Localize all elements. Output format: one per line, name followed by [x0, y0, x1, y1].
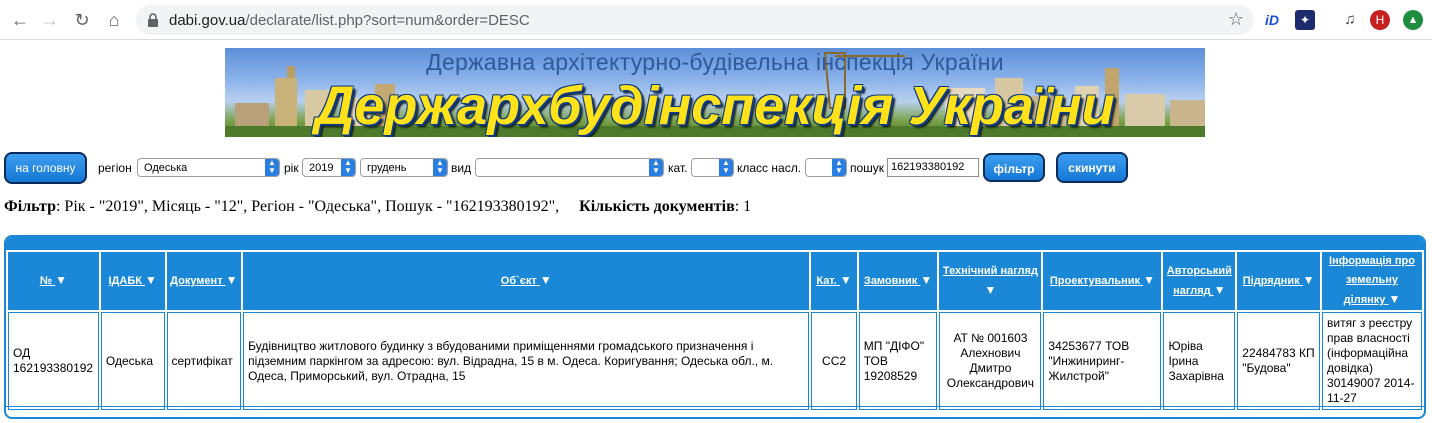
col-header-document[interactable]: Документ ▼ [166, 252, 242, 310]
sort-down-icon: ▼ [920, 273, 933, 287]
chevron-updown-icon: ▲ ▼ [341, 159, 355, 176]
cell-contractor: 22484783 КП "Будова" [1237, 312, 1321, 410]
category-label: кат. [668, 161, 688, 175]
address-bar[interactable]: dabi.gov.ua/declarate/list.php?sort=num&… [136, 5, 1254, 35]
cell-object: Будівництво житлового будинку з вбудован… [243, 312, 810, 410]
document-count-label: Кількість документів [579, 198, 735, 215]
type-select[interactable]: ▲ ▼ [475, 158, 664, 177]
cell-designer: 34253677 ТОВ "Инжиниринг-Жилстрой" [1043, 312, 1162, 410]
table-header-row: № ▼ ІДАБК ▼ Документ ▼ Об`єкт ▼ Кат. ▼ З… [8, 252, 1422, 310]
banner-title: Держархбудінспекція України [315, 76, 1115, 136]
year-label: рік [284, 161, 299, 175]
filter-summary-text: : Рік - "2019", Місяць - "12", Регіон - … [55, 198, 560, 215]
results-table-container: № ▼ ІДАБК ▼ Документ ▼ Об`єкт ▼ Кат. ▼ З… [4, 235, 1426, 419]
back-arrow-icon[interactable]: ← [8, 8, 32, 32]
document-count-value: : 1 [734, 198, 752, 215]
site-banner: Державна архітектурно-будівельна інспекц… [225, 48, 1205, 137]
profile-avatar[interactable]: Н [1370, 10, 1390, 30]
sort-down-icon: ▼ [225, 273, 238, 287]
cell-land-info: витяг з реєстру прав власності (інформац… [1322, 312, 1422, 410]
reset-button[interactable]: скинути [1056, 152, 1128, 183]
class-select[interactable]: ▲ ▼ [805, 158, 847, 177]
col-header-designer[interactable]: Проектувальник ▼ [1043, 252, 1162, 310]
col-header-author-supervision[interactable]: Авторський нагляд ▼ [1163, 252, 1236, 310]
sort-down-icon: ▼ [539, 273, 552, 287]
col-header-num[interactable]: № ▼ [8, 252, 99, 310]
cell-num: ОД 162193380192 [8, 312, 99, 410]
reload-icon[interactable]: ↻ [70, 8, 94, 32]
chevron-updown-icon: ▲ ▼ [719, 159, 733, 176]
chevron-updown-icon: ▲ ▼ [649, 159, 663, 176]
cell-tech-supervision: АТ № 001603 Алехнович Дмитро Олександров… [939, 312, 1042, 410]
browser-toolbar: ← → ↻ ⌂ dabi.gov.ua/declarate/list.php?s… [0, 0, 1432, 40]
cell-customer: МП "ДІФО" ТОВ 19208529 [858, 312, 938, 410]
sort-down-icon: ▼ [984, 282, 997, 297]
region-select[interactable]: Одеська ▲ ▼ [137, 158, 280, 177]
url-text: dabi.gov.ua/declarate/list.php?sort=num&… [169, 12, 530, 29]
cell-category: СС2 [811, 312, 857, 410]
col-header-tech-supervision[interactable]: Технічний нагляд ▼ [939, 252, 1042, 310]
table-row: ОД 162193380192 Одеська сертифікат Будів… [8, 312, 1422, 410]
forward-arrow-icon[interactable]: → [38, 8, 62, 32]
extension-id-icon[interactable]: iD [1262, 10, 1282, 30]
chevron-updown-icon: ▲ ▼ [433, 159, 447, 176]
class-label: класс насл. [737, 161, 802, 175]
extension-icon[interactable]: ✦ [1295, 10, 1315, 30]
sort-down-icon: ▼ [1302, 273, 1315, 287]
col-header-category[interactable]: Кат. ▼ [811, 252, 857, 310]
cell-idabk: Одеська [100, 312, 165, 410]
cell-author-supervision: Юріва Ірина Захарівна [1163, 312, 1236, 410]
month-select[interactable]: грудень ▲ ▼ [360, 158, 448, 177]
region-label: регіон [98, 161, 132, 175]
col-header-land-info[interactable]: Інформація про земельну ділянку ▼ [1322, 252, 1422, 310]
sort-down-icon: ▼ [1388, 292, 1401, 306]
sort-down-icon: ▼ [839, 273, 852, 287]
cell-document: сертифікат [166, 312, 242, 410]
sort-down-icon: ▼ [145, 273, 157, 287]
sort-down-icon: ▼ [1213, 282, 1226, 297]
home-icon[interactable]: ⌂ [102, 8, 126, 32]
update-arrow-icon[interactable]: ▲ [1403, 10, 1423, 30]
search-label: пошук [850, 161, 885, 175]
col-header-contractor[interactable]: Підрядник ▼ [1237, 252, 1321, 310]
lock-icon [148, 13, 158, 27]
sort-down-icon: ▼ [1143, 273, 1155, 287]
col-header-object[interactable]: Об`єкт ▼ [243, 252, 810, 310]
home-button[interactable]: на головну [4, 152, 87, 184]
sort-down-icon: ▼ [55, 273, 68, 287]
bookmark-star-icon[interactable]: ☆ [1228, 9, 1244, 30]
filter-summary-label: Фільтр [4, 198, 56, 215]
banner-subtitle: Державна архітектурно-будівельна інспекц… [426, 49, 1004, 75]
filter-button[interactable]: фільтр [983, 153, 1045, 182]
media-queue-icon[interactable]: ♫ [1340, 10, 1360, 30]
chevron-updown-icon: ▲ ▼ [265, 159, 279, 176]
results-table: № ▼ ІДАБК ▼ Документ ▼ Об`єкт ▼ Кат. ▼ З… [6, 250, 1424, 412]
filter-bar: на головну регіон Одеська ▲ ▼ рік 2019 ▲ ▼ г… [0, 150, 1432, 186]
col-header-idabk[interactable]: ІДАБК ▼ [100, 252, 165, 310]
category-select[interactable]: ▲ ▼ [691, 158, 734, 177]
year-select[interactable]: 2019 ▲ ▼ [302, 158, 356, 177]
chevron-updown-icon: ▲ ▼ [832, 159, 846, 176]
search-input[interactable]: 162193380192 [887, 158, 979, 177]
col-header-customer[interactable]: Замовник ▼ [858, 252, 938, 310]
type-label: вид [451, 161, 472, 175]
filter-summary: Фільтр: Рік - "2019", Місяць - "12", Рег… [4, 198, 751, 216]
